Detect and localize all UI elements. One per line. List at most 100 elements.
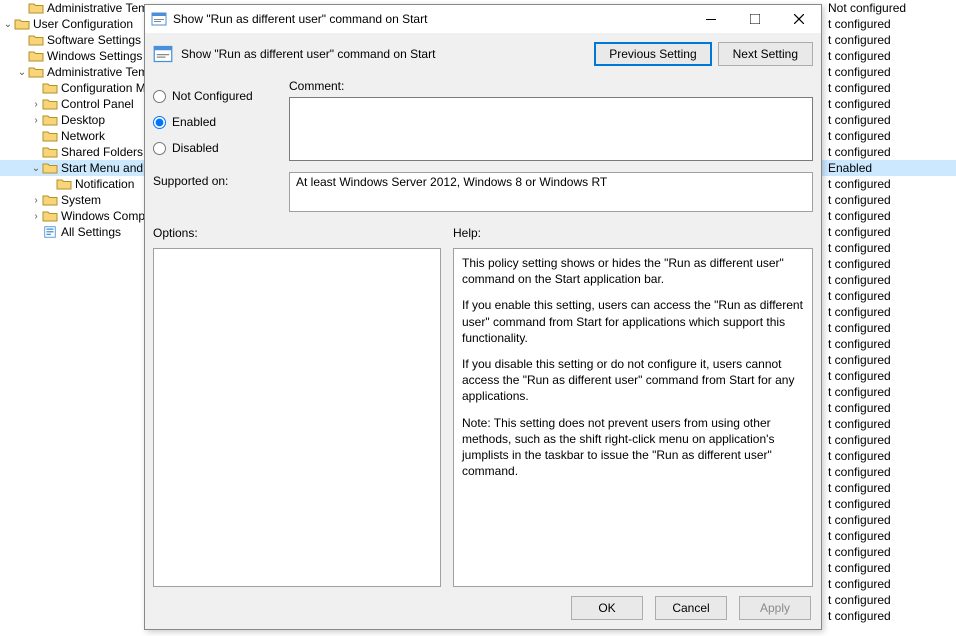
tree-item[interactable]: Network [0, 128, 145, 144]
tree-item[interactable]: › Desktop [0, 112, 145, 128]
tree-collapse-icon[interactable]: ⌄ [2, 19, 14, 30]
folder-icon [56, 177, 72, 191]
dialog-subtitle: Show "Run as different user" command on … [181, 47, 588, 61]
radio-label: Enabled [172, 115, 216, 129]
tree-collapse-icon[interactable]: ⌄ [16, 67, 28, 78]
status-cell[interactable]: t configured [820, 272, 956, 288]
tree-item[interactable]: ›Windows Comp [0, 208, 145, 224]
status-cell[interactable]: t configured [820, 528, 956, 544]
tree-item-label: Administrative Templ [47, 65, 145, 79]
status-cell[interactable]: t configured [820, 64, 956, 80]
status-cell[interactable]: t configured [820, 80, 956, 96]
status-cell[interactable]: t configured [820, 32, 956, 48]
status-cell[interactable]: t configured [820, 176, 956, 192]
radio-not-configured[interactable]: Not Configured [153, 83, 273, 109]
status-cell[interactable]: t configured [820, 256, 956, 272]
status-cell[interactable]: t configured [820, 288, 956, 304]
status-cell[interactable]: t configured [820, 512, 956, 528]
status-cell[interactable]: t configured [820, 304, 956, 320]
comment-textarea[interactable] [289, 97, 813, 161]
status-cell[interactable]: t configured [820, 16, 956, 32]
policy-dialog: Show "Run as different user" command on … [144, 4, 822, 630]
tree-item[interactable]: Shared Folders [0, 144, 145, 160]
status-cell[interactable]: t configured [820, 48, 956, 64]
status-cell[interactable]: t configured [820, 96, 956, 112]
radio-label: Not Configured [172, 89, 253, 103]
options-label: Options: [153, 226, 441, 240]
tree-item[interactable]: Software Settings [0, 32, 145, 48]
status-cell[interactable]: t configured [820, 400, 956, 416]
cancel-button[interactable]: Cancel [655, 596, 727, 620]
tree-expand-icon[interactable]: › [30, 99, 42, 110]
policy-icon [153, 44, 173, 64]
status-cell[interactable]: t configured [820, 592, 956, 608]
status-cell[interactable]: Enabled [820, 160, 956, 176]
status-cell[interactable]: t configured [820, 352, 956, 368]
status-cell[interactable]: t configured [820, 320, 956, 336]
folder-icon [42, 129, 58, 143]
status-cell[interactable]: t configured [820, 576, 956, 592]
tree-item[interactable]: ⌄ Start Menu and [0, 160, 145, 176]
tree-expand-icon[interactable]: › [30, 211, 42, 222]
radio-disabled-input[interactable] [153, 142, 166, 155]
status-cell[interactable]: t configured [820, 560, 956, 576]
radio-not-configured-input[interactable] [153, 90, 166, 103]
status-cell[interactable]: t configured [820, 192, 956, 208]
tree-item[interactable]: ⌄ Administrative Templ [0, 64, 145, 80]
status-cell[interactable]: t configured [820, 144, 956, 160]
radio-enabled[interactable]: Enabled [153, 109, 273, 135]
help-panel: This policy setting shows or hides the "… [453, 248, 813, 587]
tree-item-label: Network [61, 129, 105, 143]
tree-expand-icon[interactable]: › [30, 115, 42, 126]
folder-icon [14, 17, 30, 31]
status-cell[interactable]: t configured [820, 432, 956, 448]
comment-label: Comment: [289, 79, 813, 93]
tree-expand-icon[interactable]: › [30, 195, 42, 206]
apply-button[interactable]: Apply [739, 596, 811, 620]
status-cell[interactable]: t configured [820, 480, 956, 496]
dialog-button-row: OK Cancel Apply [145, 587, 821, 629]
status-cell[interactable]: t configured [820, 368, 956, 384]
tree-item[interactable]: ⌄User Configuration [0, 16, 145, 32]
status-cell[interactable]: t configured [820, 224, 956, 240]
tree-item-label: Start Menu and [61, 161, 143, 175]
radio-disabled[interactable]: Disabled [153, 135, 273, 161]
help-label: Help: [453, 226, 813, 240]
status-cell[interactable]: t configured [820, 448, 956, 464]
status-cell[interactable]: t configured [820, 544, 956, 560]
status-cell[interactable]: t configured [820, 208, 956, 224]
folder-icon [42, 97, 58, 111]
tree-item[interactable]: ›System [0, 192, 145, 208]
tree-item[interactable]: Windows Settings [0, 48, 145, 64]
nav-tree[interactable]: Administrative Templ⌄User ConfigurationS… [0, 0, 145, 636]
status-cell[interactable]: t configured [820, 464, 956, 480]
tree-item-label: Desktop [61, 113, 105, 127]
tree-collapse-icon[interactable]: ⌄ [30, 163, 42, 174]
status-cell[interactable]: t configured [820, 416, 956, 432]
folder-icon [42, 145, 58, 159]
status-cell[interactable]: t configured [820, 128, 956, 144]
maximize-button[interactable] [733, 5, 777, 33]
status-cell[interactable]: t configured [820, 384, 956, 400]
tree-item[interactable]: Notification [0, 176, 145, 192]
status-cell[interactable]: t configured [820, 496, 956, 512]
tree-item[interactable]: Configuration M [0, 80, 145, 96]
tree-item[interactable]: Administrative Templ [0, 0, 145, 16]
folder-icon [42, 113, 58, 127]
next-setting-button[interactable]: Next Setting [718, 42, 813, 66]
status-cell[interactable]: t configured [820, 240, 956, 256]
tree-item-label: Administrative Templ [47, 1, 145, 15]
close-button[interactable] [777, 5, 821, 33]
tree-item-label: Windows Settings [47, 49, 142, 63]
ok-button[interactable]: OK [571, 596, 643, 620]
state-radio-group: Not Configured Enabled Disabled [153, 79, 273, 164]
status-cell[interactable]: t configured [820, 608, 956, 624]
minimize-button[interactable] [689, 5, 733, 33]
tree-item[interactable]: All Settings [0, 224, 145, 240]
tree-item[interactable]: ›Control Panel [0, 96, 145, 112]
status-cell[interactable]: Not configured [820, 0, 956, 16]
status-cell[interactable]: t configured [820, 336, 956, 352]
status-cell[interactable]: t configured [820, 112, 956, 128]
previous-setting-button[interactable]: Previous Setting [594, 42, 711, 66]
radio-enabled-input[interactable] [153, 116, 166, 129]
